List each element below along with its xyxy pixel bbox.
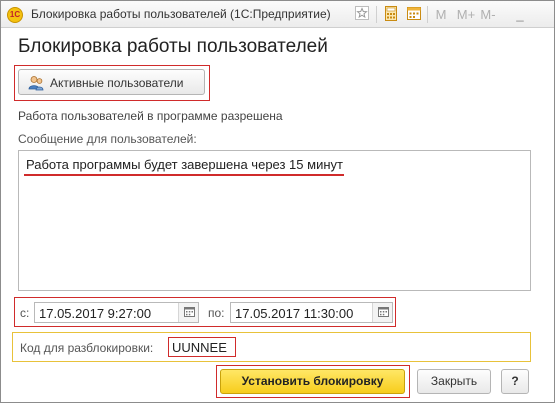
app-1c-icon: 1С bbox=[7, 7, 23, 23]
window-title: Блокировка работы пользователей (1С:Пред… bbox=[31, 7, 331, 21]
title-bar: 1С Блокировка работы пользователей (1С:П… bbox=[1, 1, 554, 28]
to-datetime-field[interactable]: 17.05.2017 11:30:00 bbox=[230, 302, 393, 323]
form-title: Блокировка работы пользователей bbox=[18, 36, 328, 57]
message-underline-annotation bbox=[24, 174, 344, 176]
memory-m-icon[interactable]: M bbox=[434, 6, 448, 23]
minimize-icon[interactable]: _ bbox=[513, 6, 527, 23]
message-label: Сообщение для пользователей: bbox=[18, 132, 197, 146]
active-users-button[interactable]: Активные пользователи bbox=[18, 69, 205, 95]
close-button[interactable]: Закрыть bbox=[417, 369, 491, 394]
active-users-button-label: Активные пользователи bbox=[50, 76, 184, 90]
toolbar-separator bbox=[427, 6, 428, 23]
memory-m-minus-icon[interactable]: M- bbox=[479, 6, 497, 23]
status-text: Работа пользователей в программе разреше… bbox=[18, 109, 283, 123]
users-icon bbox=[28, 75, 44, 94]
to-label: по: bbox=[208, 306, 225, 320]
from-label: с: bbox=[20, 306, 30, 320]
help-button[interactable]: ? bbox=[501, 369, 529, 394]
calculator-icon[interactable] bbox=[383, 6, 399, 23]
calendar-icon bbox=[184, 307, 195, 317]
memory-m-plus-icon[interactable]: M+ bbox=[456, 6, 476, 23]
from-datetime-field[interactable]: 17.05.2017 9:27:00 bbox=[34, 302, 199, 323]
dialog-window: 1С Блокировка работы пользователей (1С:П… bbox=[0, 0, 555, 403]
unlock-code-value: UUNNEE bbox=[172, 340, 227, 355]
toolbar-separator bbox=[376, 6, 377, 23]
unlock-code-label: Код для разблокировки: bbox=[20, 341, 154, 355]
calendar-icon bbox=[378, 307, 389, 317]
from-datetime-value: 17.05.2017 9:27:00 bbox=[39, 306, 152, 321]
calendar-picker-button[interactable] bbox=[372, 303, 392, 322]
message-text: Работа программы будет завершена через 1… bbox=[26, 157, 343, 172]
to-datetime-value: 17.05.2017 11:30:00 bbox=[235, 306, 354, 321]
message-textarea[interactable]: Работа программы будет завершена через 1… bbox=[18, 150, 531, 291]
calendar-icon[interactable] bbox=[406, 6, 422, 23]
unlock-code-input[interactable]: UUNNEE bbox=[168, 337, 236, 357]
set-lock-button[interactable]: Установить блокировку bbox=[220, 369, 405, 394]
calendar-picker-button[interactable] bbox=[178, 303, 198, 322]
favorite-star-icon[interactable] bbox=[353, 6, 371, 23]
